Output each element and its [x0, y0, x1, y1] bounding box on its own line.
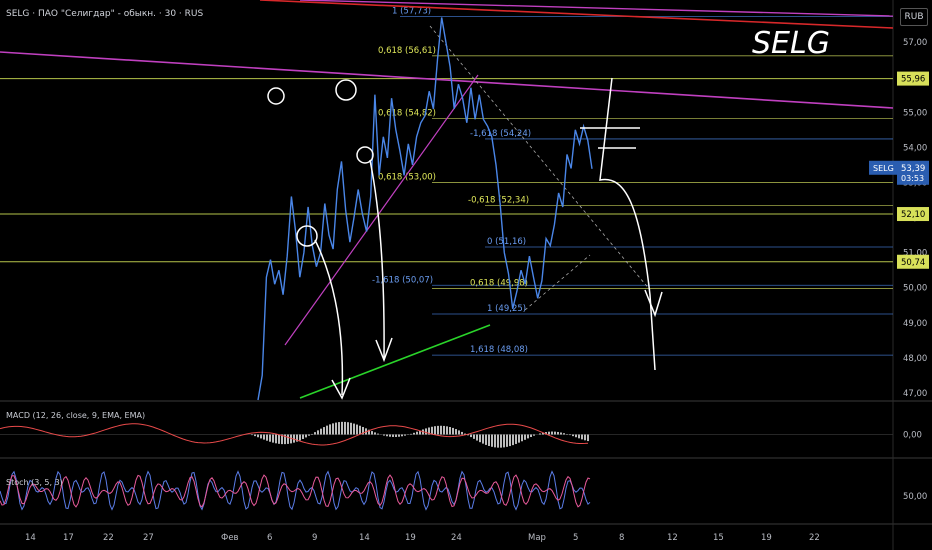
price-chart[interactable]: 1 (57,73)0,618 (56,61)0,618 (54,82)-1,61…	[0, 0, 932, 550]
symbol-title: SELG · ПАО "Селигдар" - обыкн. · 30 · RU…	[6, 9, 204, 19]
hand-drawn-arrow	[599, 77, 656, 371]
macd-tick: 0,00	[903, 431, 922, 441]
price-tick: 50,00	[903, 284, 927, 294]
level-badge-text: 50,74	[901, 258, 925, 268]
time-tick: 19	[405, 533, 416, 543]
fib-label: -1,618 (50,07)	[372, 275, 433, 285]
fib-label: 0,618 (54,82)	[378, 109, 436, 119]
trendline-green	[299, 324, 491, 399]
time-tick: 22	[103, 533, 114, 543]
level-badge-text: 52,10	[901, 210, 925, 220]
currency-button[interactable]: RUB	[900, 8, 928, 26]
projection-dotted	[429, 25, 651, 291]
macd-label: MACD (12, 26, close, 9, EMA, EMA)	[6, 411, 146, 420]
brand-annotation: SELG	[752, 26, 830, 61]
hand-drawn-circle	[267, 87, 285, 105]
time-tick: 14	[359, 533, 370, 543]
price-tick: 49,00	[903, 319, 927, 329]
time-tick: 22	[809, 533, 820, 543]
chart-window: 1 (57,73) 0,618 (56,61) 0,618 (54,82) -1,61…	[0, 0, 932, 550]
fib-label: 1 (49,25)	[487, 304, 526, 314]
hand-drawn-arrow	[331, 377, 351, 400]
stoch-label: Stoch (3, 5, 3)	[6, 478, 63, 487]
hand-drawn-circle	[356, 146, 374, 164]
hand-drawn-arrow	[314, 239, 344, 396]
price-tick: 57,00	[903, 38, 927, 48]
price-badge-text: 53,39	[901, 164, 925, 174]
time-tick: Мар	[528, 533, 546, 543]
time-tick: 19	[761, 533, 772, 543]
time-tick: 17	[63, 533, 74, 543]
symbol-badge-text: SELG	[873, 164, 894, 173]
fib-label: -1,618 (54,24)	[470, 129, 531, 139]
time-tick: 12	[667, 533, 678, 543]
hand-drawn-circle	[335, 79, 357, 101]
time-tick: 14	[25, 533, 36, 543]
fib-label: 0,618 (56,61)	[378, 46, 436, 56]
hand-drawn-circle	[296, 225, 318, 247]
time-tick: Фев	[221, 533, 239, 543]
trendline-magenta	[299, 0, 894, 17]
price-tick: 55,00	[903, 108, 927, 118]
hand-drawn-arrow	[369, 159, 385, 361]
time-tick: 5	[573, 533, 578, 543]
hand-drawn-arrow	[644, 289, 663, 318]
fib-label: -0,618 (52,34)	[468, 196, 529, 206]
time-tick: 24	[451, 533, 462, 543]
fib-label: 1,618 (48,08)	[470, 345, 528, 355]
countdown-text: 03:53	[901, 174, 924, 183]
time-tick: 27	[143, 533, 154, 543]
time-tick: 15	[713, 533, 724, 543]
price-series-line	[257, 17, 593, 401]
fib-label: 0 (51,16)	[487, 237, 526, 247]
price-tick: 54,00	[903, 143, 927, 153]
price-tick: 47,00	[903, 389, 927, 399]
stoch-d-line	[0, 474, 591, 508]
time-tick: 8	[619, 533, 624, 543]
level-badge-text: 55,96	[901, 75, 925, 85]
time-tick: 6	[267, 533, 272, 543]
price-tick: 48,00	[903, 354, 927, 364]
time-tick: 9	[312, 533, 317, 543]
stoch-tick: 50,00	[903, 492, 927, 502]
